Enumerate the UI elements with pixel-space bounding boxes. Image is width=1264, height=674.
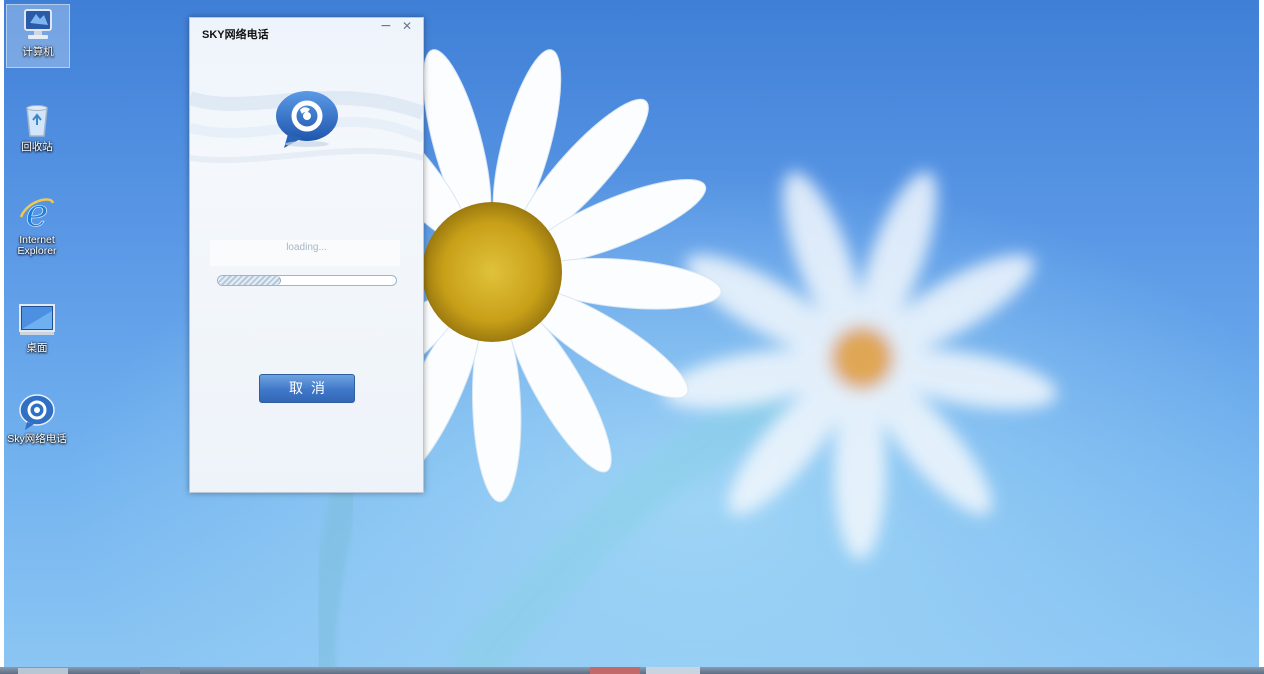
cancel-button[interactable]: 取消	[259, 374, 355, 403]
screen-edge	[1259, 0, 1264, 674]
desktop-folder-icon	[17, 301, 57, 341]
sky-phone-window: SKY网络电话 − ✕ loading... 取消	[189, 17, 424, 493]
taskbar	[0, 667, 1264, 674]
window-title: SKY网络电话	[202, 29, 269, 41]
internet-explorer-icon: e	[17, 191, 57, 235]
progress-bar-fill	[218, 276, 282, 285]
desktop-icon-desktop[interactable]: 桌面	[6, 301, 68, 354]
loading-text: loading...	[286, 242, 327, 253]
minimize-button[interactable]: −	[380, 18, 392, 34]
sky-phone-logo-icon	[274, 88, 340, 152]
loading-progress-bar	[217, 275, 397, 286]
taskbar-item[interactable]	[646, 667, 700, 674]
desktop-icon-sky-phone[interactable]: Sky网络电话	[1, 392, 73, 445]
desktop-icon-label: 桌面	[26, 342, 48, 354]
start-button[interactable]	[18, 668, 68, 674]
desktop-icon-label: Internet Explorer	[17, 234, 57, 257]
sky-phone-icon	[17, 392, 57, 432]
desktop-icon-label: Sky网络电话	[7, 433, 67, 445]
desktop-icon-label: 回收站	[21, 141, 53, 153]
recycle-bin-icon	[17, 100, 57, 140]
desktop-icon-recycle-bin[interactable]: 回收站	[6, 100, 68, 153]
desktop-icon-label: 计算机	[22, 46, 54, 58]
taskbar-item[interactable]	[140, 667, 180, 674]
close-button[interactable]: ✕	[402, 19, 412, 33]
desktop-icon-computer[interactable]: 计算机	[6, 4, 70, 68]
desktop-icon-internet-explorer[interactable]: e Internet Explorer	[6, 191, 68, 257]
computer-icon	[18, 5, 58, 45]
screen-edge	[0, 0, 4, 674]
taskbar-item[interactable]	[590, 667, 640, 674]
